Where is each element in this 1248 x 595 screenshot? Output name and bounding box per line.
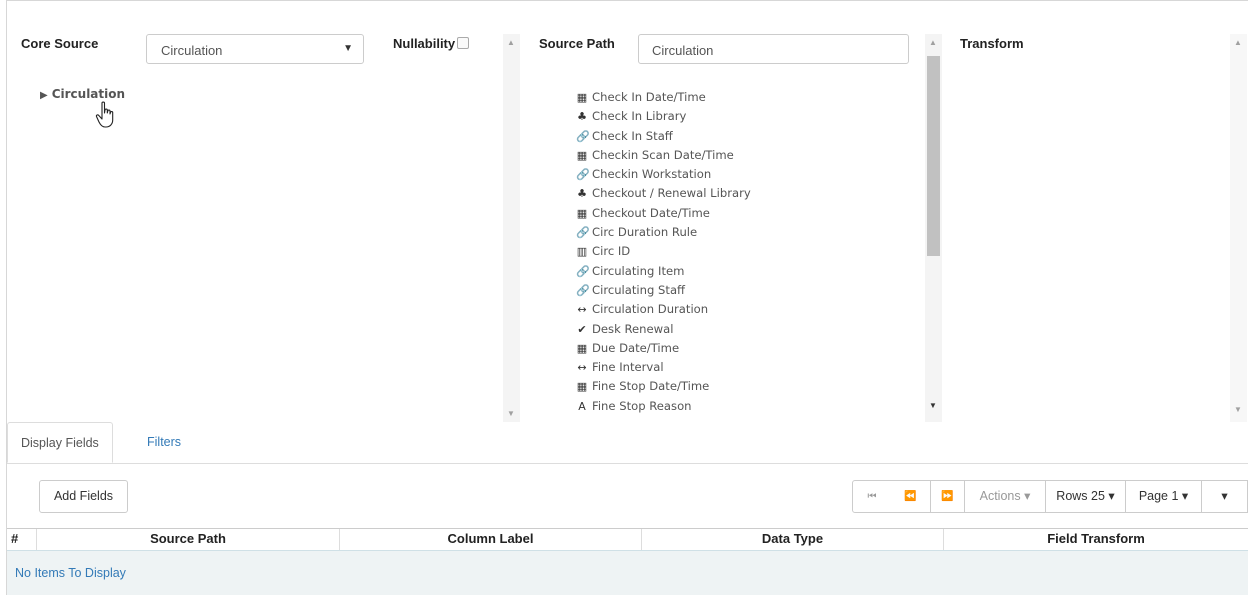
core-source-scrollbar[interactable]: ▲ ▼ [503,34,520,422]
scroll-down-icon[interactable]: ▼ [507,409,515,418]
source-field-item[interactable]: ▦ Check In Date/Time [576,88,916,107]
tree-node-label: Circulation [51,87,126,101]
source-field-label: Checkin Workstation [592,167,712,182]
source-field-label: Check In Library [592,109,687,124]
source-field-item[interactable]: ♣ Checkout / Renewal Library [576,184,916,203]
source-field-label: Circulating Staff [592,282,686,297]
scrollbar-thumb[interactable] [927,56,940,256]
tab-filters[interactable]: Filters [134,422,194,463]
source-field-item[interactable]: ↔ Fine Interval [576,358,916,377]
source-field-label: Check In Staff [592,128,673,143]
link-icon: 🔗 [576,283,590,297]
core-source-label: Core Source [21,36,99,51]
source-field-item[interactable]: 🔗 Check In Staff [576,127,916,146]
core-source-selected: Circulation [161,43,223,58]
display-fields-table-header: # Source Path Column Label Data Type Fie… [7,528,1248,552]
source-field-item[interactable]: 🔗 Checkin Workstation [576,165,916,184]
empty-table-message: No Items To Display [15,566,126,580]
source-path-input-value: Circulation [652,43,714,58]
source-field-label: Checkin Scan Date/Time [592,147,734,162]
source-field-item[interactable]: ▥ Circ ID [576,242,916,261]
source-field-item[interactable]: ▦ Checkin Scan Date/Time [576,146,916,165]
column-header-source-path[interactable]: Source Path [37,529,340,550]
scroll-up-icon[interactable]: ▲ [1234,38,1242,47]
source-field-item[interactable]: A Fine Stop Reason [576,397,916,416]
scroll-up-icon[interactable]: ▲ [507,38,515,47]
source-path-input[interactable]: Circulation [638,34,909,64]
source-path-field-list: ▦ Check In Date/Time ♣ Check In Library 🔗 Che… [576,88,916,416]
source-field-label: Circ Duration Rule [592,225,698,240]
source-field-item[interactable]: 🔗 Circ Duration Rule [576,223,916,242]
tab-display-fields[interactable]: Display Fields [7,422,113,463]
source-field-label: Due Date/Time [592,340,680,355]
source-field-label: Check In Date/Time [592,90,706,104]
source-field-item[interactable]: ▦ Checkout Date/Time [576,204,916,223]
text-icon: A [578,399,586,413]
column-header-column-label[interactable]: Column Label [340,529,642,550]
source-field-label: Desk Renewal [592,321,674,336]
calendar-icon: ▦ [576,148,588,162]
nullability-toggle[interactable]: Nullability [393,36,470,51]
display-fields-table-body: No Items To Display [7,551,1248,595]
source-field-item[interactable]: 🔗 Circulating Staff [576,281,916,300]
scroll-down-icon[interactable]: ▼ [1234,405,1242,414]
source-field-item[interactable]: ▦ Fine Stop Date/Time [576,377,916,396]
actions-dropdown[interactable]: Actions ▾ [965,480,1046,513]
rows-per-page-dropdown[interactable]: Rows 25 ▾ [1046,480,1126,513]
nullability-checkbox[interactable] [457,37,470,49]
source-field-label: Fine Stop Date/Time [592,379,710,394]
link-icon: 🔗 [576,264,590,278]
column-header-index[interactable]: # [7,529,37,550]
source-field-item[interactable]: ♣ Check In Library [576,107,916,126]
link-icon: 🔗 [576,226,590,240]
source-field-label: Checkout Date/Time [592,205,710,220]
source-field-item[interactable]: ✔ Desk Renewal [576,320,916,339]
source-field-item[interactable]: ▦ Due Date/Time [576,339,916,358]
source-field-label: Circ ID [592,244,631,259]
interval-icon: ↔ [577,361,587,375]
next-page-button[interactable]: ⏩ [931,480,965,513]
expand-triangle-icon[interactable]: ▶ [40,90,48,101]
link-icon: 🔗 [576,168,590,182]
source-field-label: Fine Stop Reason [592,398,692,413]
source-field-item[interactable]: 🔗 Circulating Item [576,262,916,281]
source-field-item[interactable]: ↔ Circulation Duration [576,300,916,319]
scroll-down-icon[interactable]: ▼ [929,401,937,410]
barcode-icon: ▥ [576,245,588,259]
check-circle-icon: ✔ [577,322,587,336]
first-page-button[interactable]: ⏮ [852,480,892,513]
column-header-data-type[interactable]: Data Type [642,529,944,550]
tree-icon: ♣ [577,187,587,201]
hand-pointer-cursor-icon [95,101,114,128]
calendar-icon: ▦ [576,91,588,104]
link-icon: 🔗 [576,129,590,143]
scroll-up-icon[interactable]: ▲ [929,38,937,47]
calendar-icon: ▦ [576,206,588,220]
source-field-label: Circulating Item [592,263,685,278]
core-source-select[interactable]: Circulation ▼ [146,34,364,64]
tab-bar: Display Fields Filters [7,422,1248,464]
column-header-field-transform[interactable]: Field Transform [944,529,1248,550]
previous-page-button[interactable]: ⏪ [891,480,931,513]
add-fields-button[interactable]: Add Fields [39,480,128,513]
source-path-label: Source Path [539,36,615,51]
page-dropdown[interactable]: Page 1 ▾ [1126,480,1202,513]
calendar-icon: ▦ [576,341,588,355]
interval-icon: ↔ [577,303,587,317]
source-field-label: Checkout / Renewal Library [592,186,751,201]
transform-label: Transform [960,36,1024,51]
source-path-scrollbar[interactable]: ▲ ▼ [925,34,942,422]
source-field-label: Circulation Duration [592,302,709,317]
source-field-label: Fine Interval [592,360,664,375]
calendar-icon: ▦ [576,380,588,394]
transform-scrollbar[interactable]: ▲ ▼ [1230,34,1247,422]
chevron-down-icon: ▼ [343,43,353,54]
tree-icon: ♣ [577,110,587,124]
tree-node-circulation[interactable]: ▶ Circulation [40,87,125,101]
more-options-dropdown[interactable]: ▾ [1202,480,1248,513]
nullability-label: Nullability [393,36,456,51]
